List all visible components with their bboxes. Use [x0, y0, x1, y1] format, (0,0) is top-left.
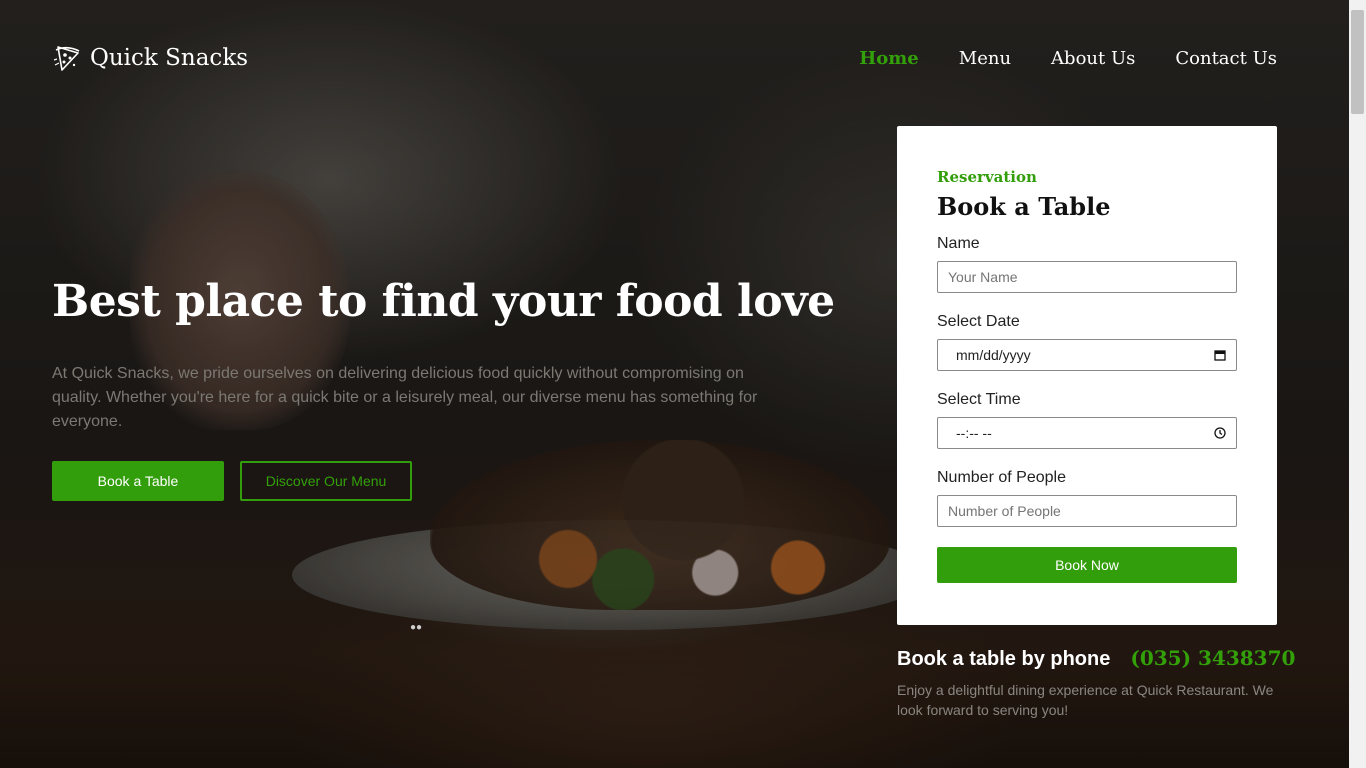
book-now-button[interactable]: Book Now — [937, 547, 1237, 583]
calendar-icon[interactable] — [1214, 349, 1226, 361]
name-placeholder: Your Name — [948, 269, 1018, 285]
nav-links: Home Menu About Us Contact Us — [859, 48, 1277, 69]
brand-name: Quick Snacks — [90, 45, 249, 71]
people-placeholder: Number of People — [948, 503, 1061, 519]
people-input[interactable]: Number of People — [937, 495, 1237, 527]
discover-menu-button[interactable]: Discover Our Menu — [240, 461, 412, 501]
time-label: Select Time — [937, 391, 1021, 408]
pizza-logo-icon — [53, 46, 80, 71]
nav-home-link[interactable]: Home — [859, 48, 919, 69]
phone-number-link[interactable]: (035) 3438370 — [1130, 646, 1295, 670]
scrollbar-thumb[interactable] — [1351, 10, 1364, 114]
reservation-card: Reservation Book a Table Name Your Name … — [897, 126, 1277, 625]
brand-logo-link[interactable]: Quick Snacks — [52, 43, 248, 73]
phone-booking: Book a table by phone (035) 3438370 — [897, 646, 1295, 671]
phone-label: Book a table by phone — [897, 648, 1111, 670]
reservation-eyebrow: Reservation — [937, 168, 1037, 186]
hero-headline: Best place to find your food love — [52, 276, 835, 327]
clock-icon[interactable] — [1214, 427, 1226, 439]
people-label: Number of People — [937, 469, 1066, 486]
nav-contact-link[interactable]: Contact Us — [1175, 48, 1277, 69]
hero-background: ●● Quick Snacks Home Menu About Us Conta… — [0, 0, 1349, 768]
top-navigation: Quick Snacks Home Menu About Us Contact … — [52, 38, 1277, 78]
phone-note: Enjoy a delightful dining experience at … — [897, 682, 1274, 718]
slider-indicator: ●● — [410, 622, 423, 633]
hero-intro: At Quick Snacks, we pride ourselves on d… — [52, 365, 758, 430]
name-input[interactable]: Your Name — [937, 261, 1237, 293]
book-table-button[interactable]: Book a Table — [52, 461, 224, 501]
date-input[interactable]: mm/dd/yyyy — [937, 339, 1237, 371]
date-value: mm/dd/yyyy — [956, 347, 1031, 363]
time-input[interactable]: --:-- -- — [937, 417, 1237, 449]
nav-about-link[interactable]: About Us — [1051, 48, 1135, 69]
date-label: Select Date — [937, 313, 1020, 330]
time-value: --:-- -- — [956, 425, 992, 441]
reservation-title: Book a Table — [937, 192, 1111, 221]
name-label: Name — [937, 235, 980, 252]
page-scrollbar[interactable] — [1349, 0, 1366, 768]
nav-menu-link[interactable]: Menu — [959, 48, 1011, 69]
